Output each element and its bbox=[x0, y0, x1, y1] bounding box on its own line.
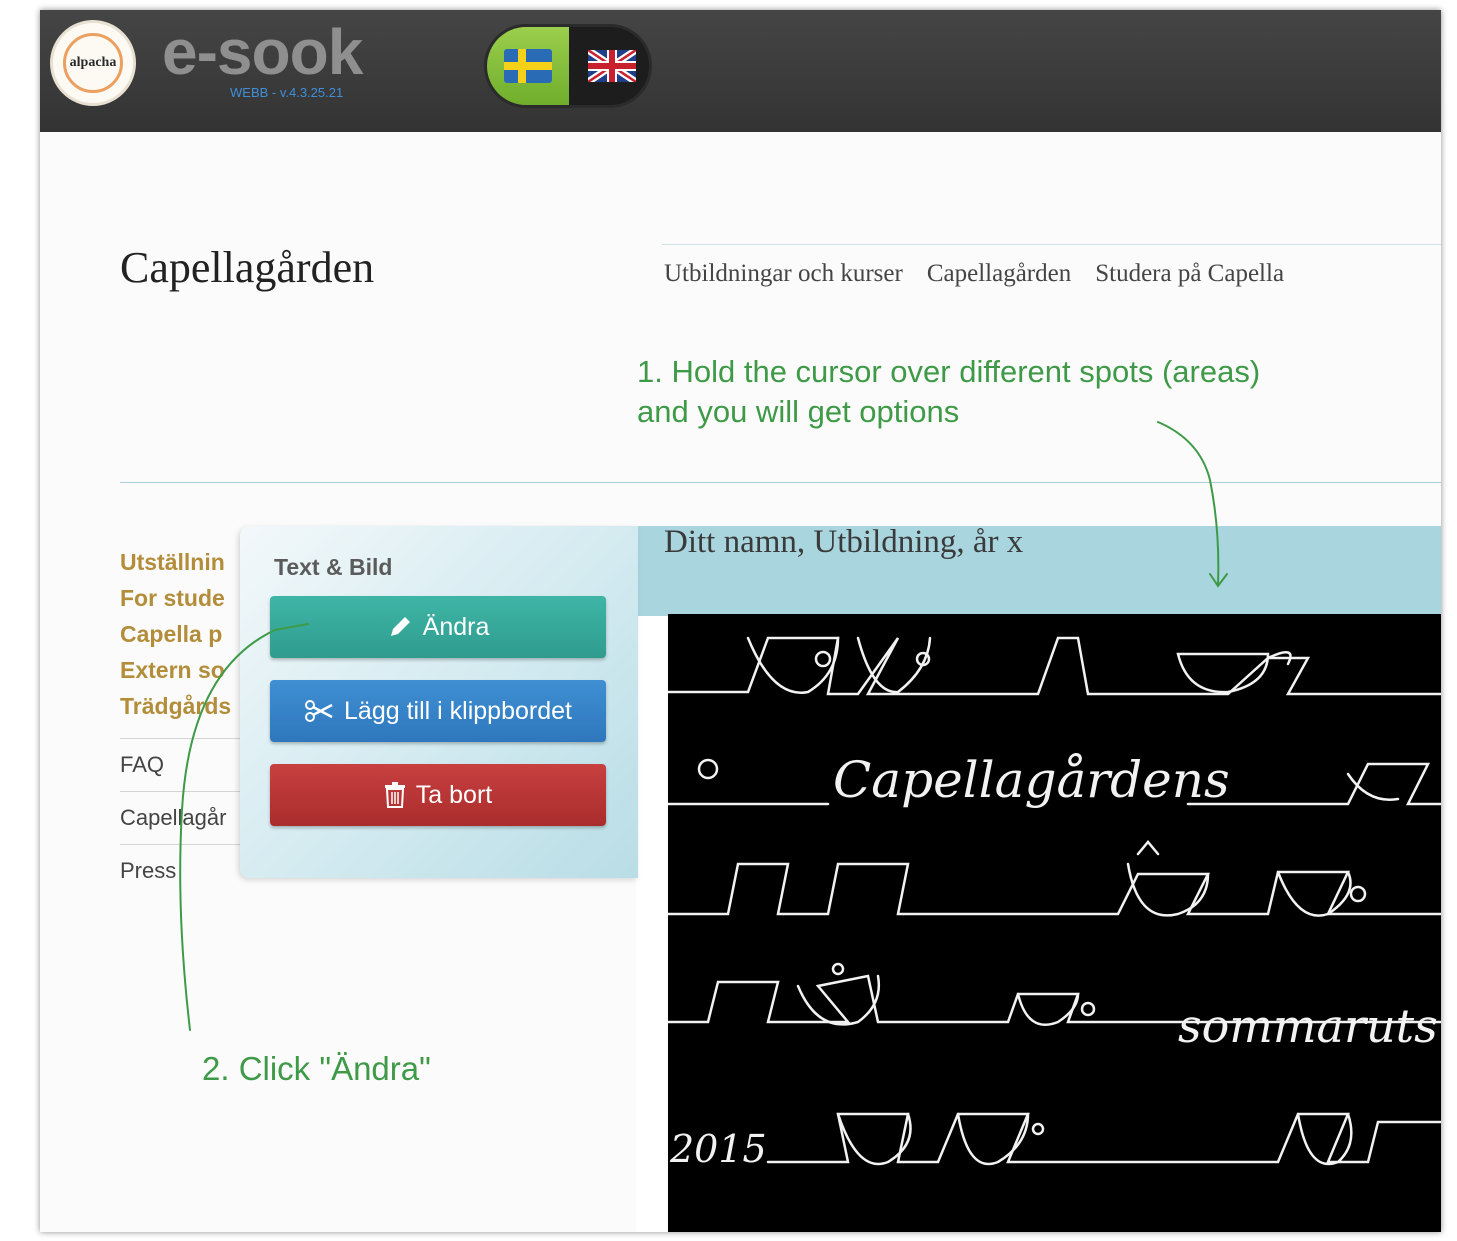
element-options-popup: Text & Bild Ändra Lägg till i klippborde… bbox=[240, 526, 638, 878]
swedish-flag-button[interactable] bbox=[487, 27, 569, 105]
capellagarden-poster-image[interactable]: Capellagårdens sommaruts 2015 bbox=[666, 614, 1441, 1232]
browser-window: alpacha e-sook WEBB - v.4.3.25.21 Capell… bbox=[40, 10, 1441, 1232]
logo-text: alpacha bbox=[69, 55, 117, 70]
pencil-icon bbox=[390, 617, 410, 636]
content-gutter bbox=[636, 616, 666, 1232]
content-divider bbox=[120, 482, 1441, 483]
nav-item-capellagarden[interactable]: Capellagården bbox=[927, 260, 1071, 288]
add-to-clipboard-button[interactable]: Lägg till i klippbordet bbox=[270, 680, 606, 742]
poster-word-year: 2015 bbox=[669, 1127, 767, 1171]
delete-button-label: Ta bort bbox=[415, 780, 493, 809]
edit-button-label: Ändra bbox=[422, 612, 490, 641]
trash-icon bbox=[384, 782, 405, 808]
language-switch[interactable] bbox=[484, 24, 652, 108]
nav-item-studera[interactable]: Studera på Capella bbox=[1095, 260, 1284, 288]
poster-word-sommaruts: sommaruts bbox=[1178, 999, 1438, 1053]
image-caption[interactable]: Ditt namn, Utbildning, år x bbox=[664, 524, 1023, 561]
popup-title: Text & Bild bbox=[274, 554, 393, 580]
scissors-icon bbox=[305, 700, 333, 722]
version-label: WEBB - v.4.3.25.21 bbox=[230, 85, 344, 100]
app-header: alpacha e-sook WEBB - v.4.3.25.21 bbox=[40, 10, 1441, 132]
uk-flag-button[interactable] bbox=[569, 27, 649, 105]
nav-divider bbox=[662, 244, 1441, 245]
alpacha-logo[interactable]: alpacha bbox=[50, 20, 136, 106]
edit-button[interactable]: Ändra bbox=[270, 596, 606, 658]
uk-flag-icon bbox=[588, 50, 636, 82]
brand-name: e-sook bbox=[162, 16, 363, 88]
site-title[interactable]: Capellagården bbox=[120, 242, 374, 293]
hint-click-edit: 2. Click "Ändra" bbox=[202, 1050, 431, 1087]
swedish-flag-icon bbox=[504, 49, 552, 83]
hint-hover-instruction: 1. Hold the cursor over different spots … bbox=[637, 354, 1261, 429]
poster-word-capellagardens: Capellagårdens bbox=[833, 751, 1230, 809]
main-nav: Utbildningar och kurser Capellagården St… bbox=[664, 260, 1284, 288]
nav-item-utbildningar[interactable]: Utbildningar och kurser bbox=[664, 260, 903, 288]
poster-drawing: Capellagårdens sommaruts 2015 bbox=[666, 636, 1441, 1171]
clipboard-button-label: Lägg till i klippbordet bbox=[344, 696, 572, 725]
delete-button[interactable]: Ta bort bbox=[270, 764, 606, 826]
